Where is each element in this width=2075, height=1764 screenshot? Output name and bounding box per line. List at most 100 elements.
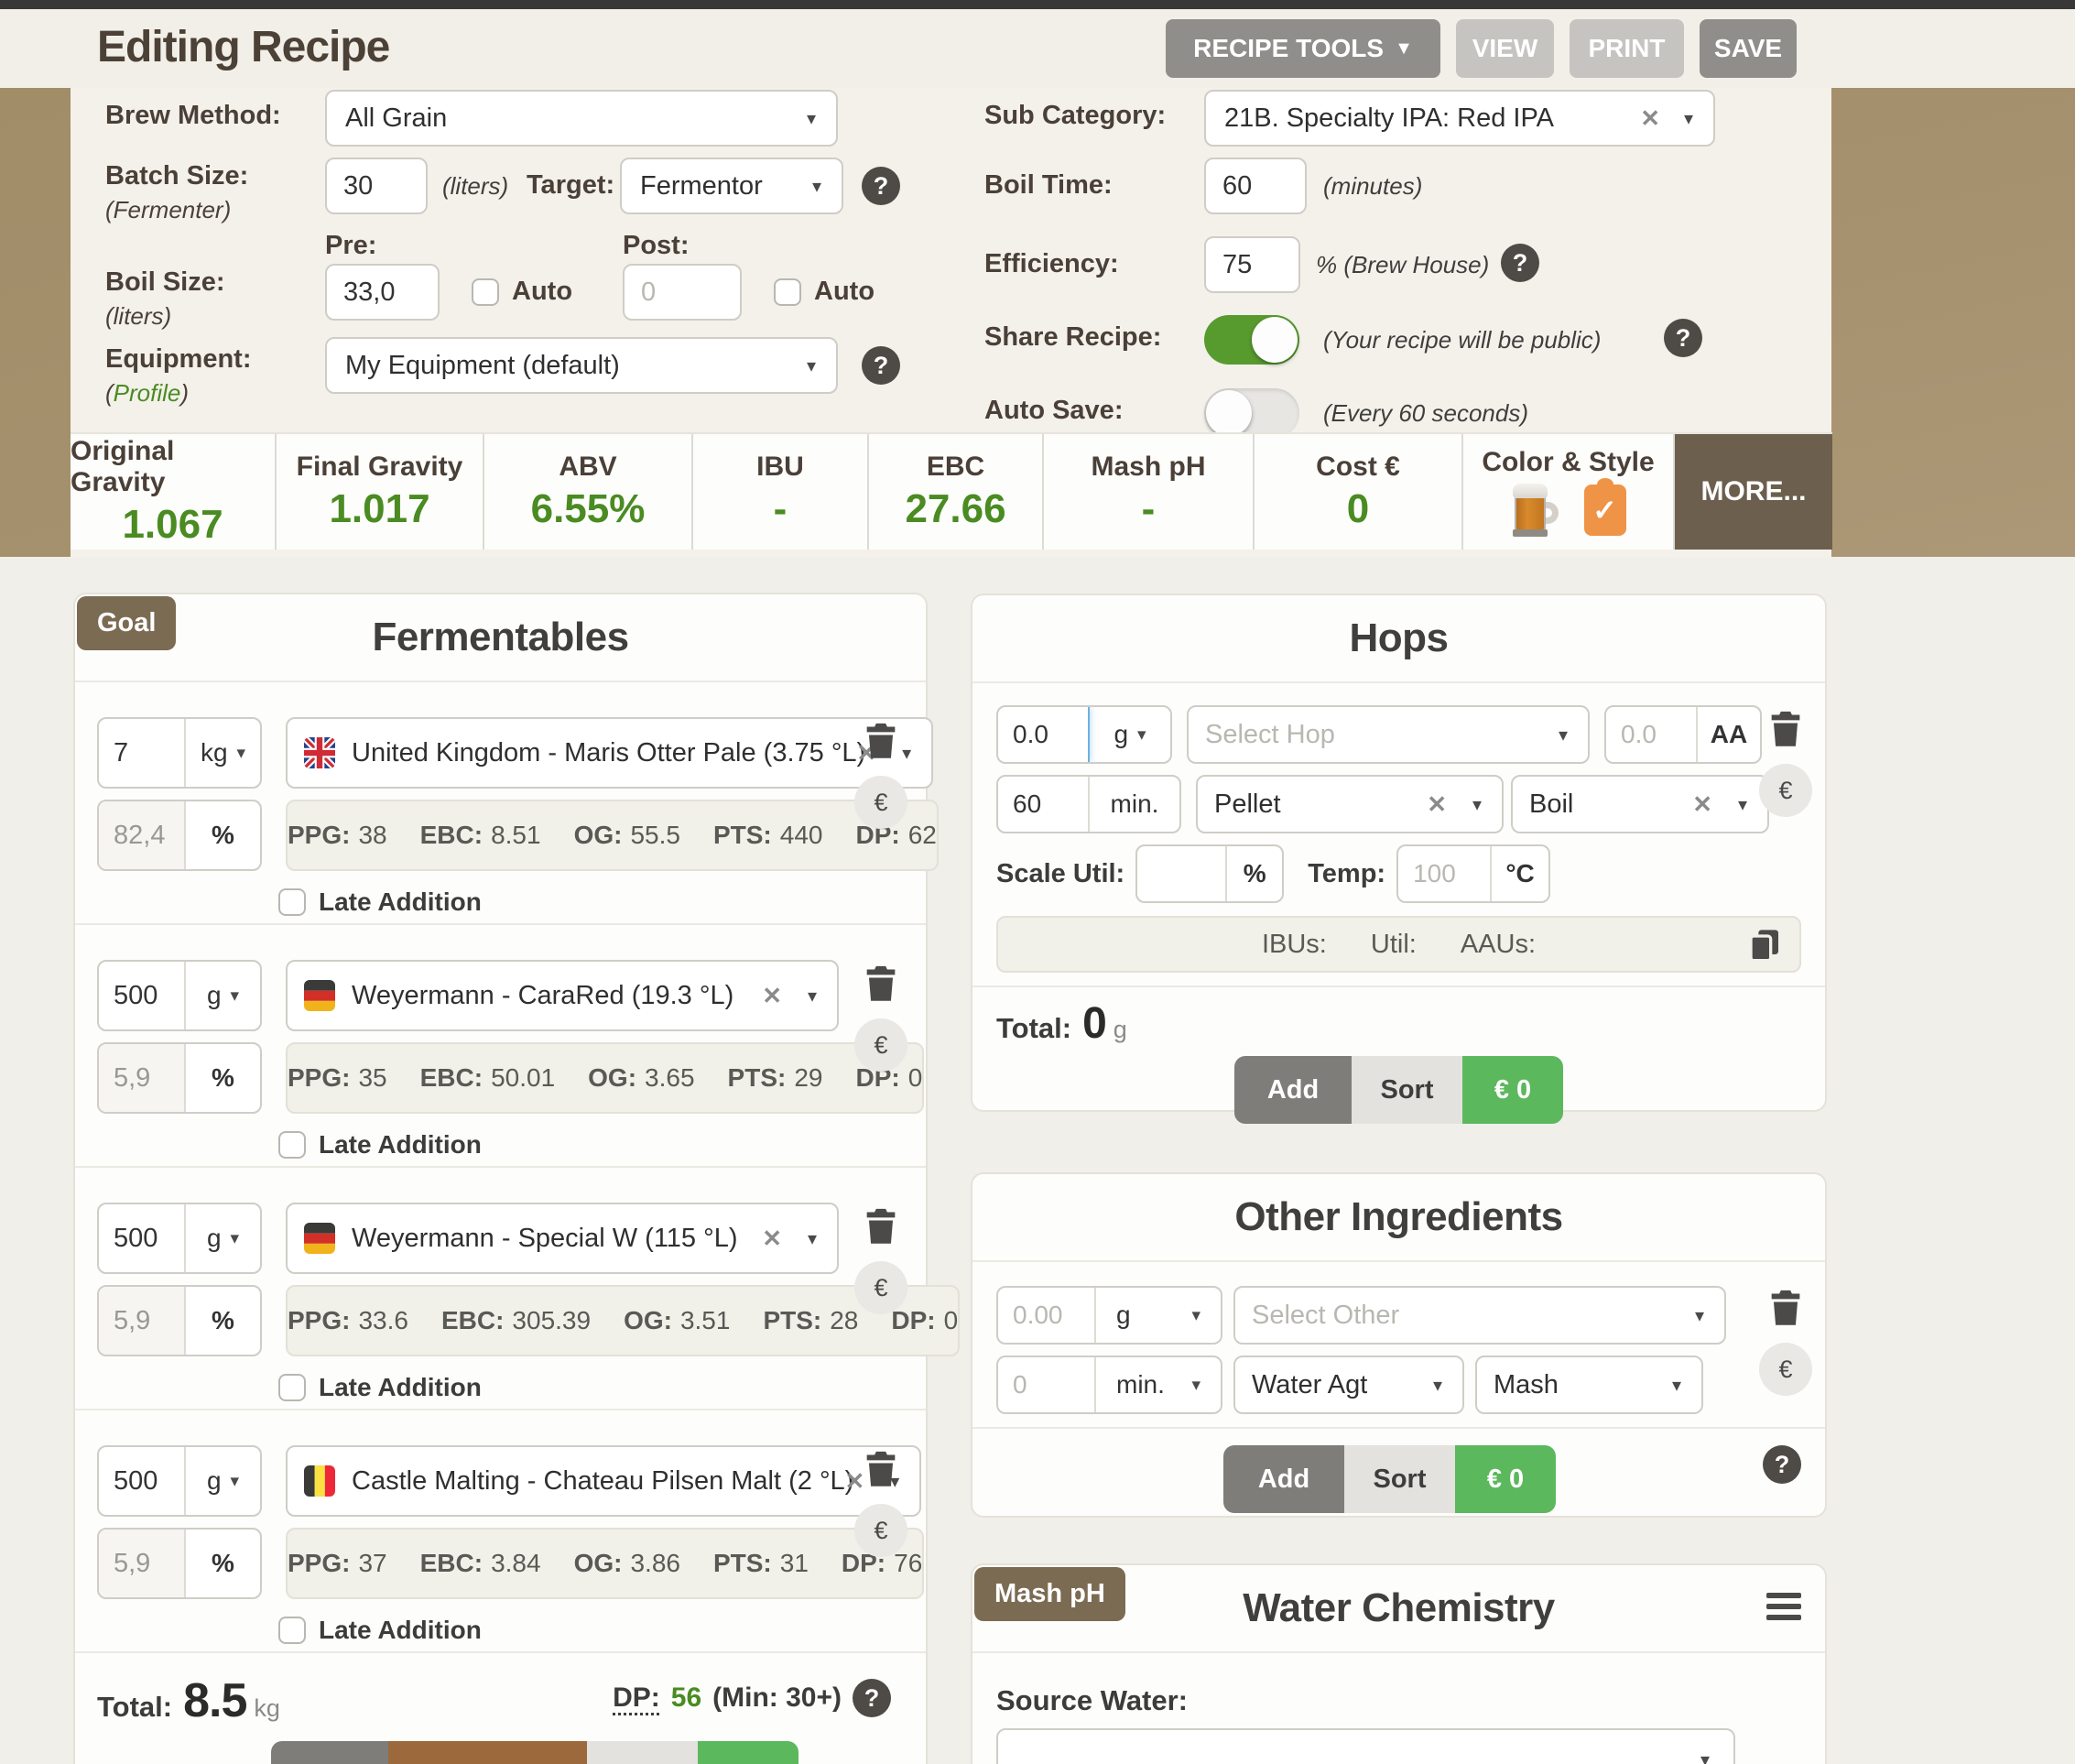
delete-button[interactable] [859,960,903,1007]
post-auto-checkbox[interactable] [774,278,801,306]
source-water-select[interactable]: ▾ [996,1728,1735,1764]
add-custom-fermentable-button[interactable]: Add Custom [388,1741,587,1764]
copy-icon[interactable] [1746,927,1783,971]
other-unit-select[interactable]: g▾ [1096,1288,1221,1343]
fermentable-select[interactable]: Castle Malting - Chateau Pilsen Malt (2 … [286,1445,921,1517]
unit-select[interactable]: g▾ [186,1447,260,1515]
amount-input[interactable]: 500 [99,1204,186,1272]
clear-icon[interactable]: ✕ [762,1225,782,1253]
delete-button[interactable] [859,1203,903,1250]
add-fermentable-button[interactable]: Add [271,1741,388,1764]
other-time-input[interactable]: 0 [998,1357,1096,1412]
unit-select[interactable]: g▾ [186,1204,260,1272]
save-button[interactable]: SAVE [1700,19,1797,78]
efficiency-input[interactable]: 75 [1204,236,1300,293]
recipe-tools-button[interactable]: RECIPE TOOLS ▼ [1166,19,1440,78]
late-addition-checkbox[interactable] [278,1374,306,1401]
profile-link[interactable]: Profile [114,379,181,407]
delete-button[interactable] [859,1445,903,1493]
clear-icon[interactable]: ✕ [1692,790,1712,819]
delete-button[interactable] [1764,1284,1808,1332]
pre-boil-input[interactable]: 33,0 [325,264,440,321]
other-select[interactable]: Select Other ▾ [1233,1286,1726,1345]
hop-type-select[interactable]: Pellet ✕ ▾ [1196,775,1504,833]
equipment-select[interactable]: My Equipment (default) ▾ [325,337,838,394]
late-addition-checkbox[interactable] [278,1617,306,1644]
cost-button[interactable]: € [854,1018,907,1072]
fermentable-select[interactable]: Weyermann - CaraRed (19.3 °L) ✕ ▾ [286,960,839,1031]
help-icon[interactable]: ? [853,1679,891,1717]
other-cost-button[interactable]: € 0 [1455,1445,1556,1513]
temp-input[interactable]: 100 [1398,846,1492,901]
unit-select[interactable]: kg▾ [186,719,260,787]
percent-input[interactable]: 5,9 [99,1044,186,1112]
cost-button[interactable]: € [1759,764,1812,817]
late-addition-checkbox[interactable] [278,1131,306,1159]
other-use-select[interactable]: Mash ▾ [1475,1356,1703,1414]
help-icon[interactable]: ? [1763,1445,1801,1484]
help-icon[interactable]: ? [1501,244,1539,282]
amount-input[interactable]: 500 [99,1447,186,1515]
other-time-unit-select[interactable]: min.▾ [1096,1357,1221,1412]
hop-unit-select[interactable]: g▾ [1090,707,1170,762]
toggle-knob [1206,390,1252,436]
sub-category-select[interactable]: 21B. Specialty IPA: Red IPA ✕ ▾ [1204,90,1715,147]
clear-icon[interactable]: ✕ [1640,104,1660,133]
cost-button[interactable]: € [1759,1343,1812,1396]
fermentable-select[interactable]: United Kingdom - Maris Otter Pale (3.75 … [286,717,933,789]
add-hop-button[interactable]: Add [1234,1056,1352,1124]
other-amount-input[interactable]: 0.00 [998,1288,1096,1343]
scale-util-input[interactable] [1137,846,1227,901]
equipment-sublabel: (Profile) [105,379,189,408]
fermentable-select[interactable]: Weyermann - Special W (115 °L) ✕ ▾ [286,1203,839,1274]
help-icon[interactable]: ? [862,346,900,385]
amount-input[interactable]: 7 [99,719,186,787]
goal-badge[interactable]: Goal [77,596,176,650]
sort-hops-button[interactable]: Sort [1352,1056,1462,1124]
other-type-select[interactable]: Water Agt ▾ [1233,1356,1464,1414]
hop-select[interactable]: Select Hop ▾ [1187,705,1590,764]
view-button[interactable]: VIEW [1456,19,1554,78]
percent-input[interactable]: 5,9 [99,1530,186,1597]
auto-save-toggle[interactable] [1204,388,1299,438]
sub-category-value: 21B. Specialty IPA: Red IPA [1224,103,1554,134]
delete-button[interactable] [859,717,903,765]
hop-time-input[interactable]: 60 [998,777,1090,832]
percent-input[interactable]: 5,9 [99,1287,186,1355]
stat-value: - [774,486,788,532]
amount-input[interactable]: 500 [99,962,186,1029]
menu-icon[interactable] [1766,1593,1801,1620]
more-stats-button[interactable]: MORE... [1675,434,1832,550]
target-select[interactable]: Fermentor ▾ [620,158,843,214]
hop-aa-input[interactable]: 0.0 [1606,707,1698,762]
brew-method-select[interactable]: All Grain ▾ [325,90,838,147]
print-button[interactable]: PRINT [1570,19,1684,78]
hop-amount-input[interactable]: 0.0 [998,707,1090,762]
boil-time-input[interactable]: 60 [1204,158,1307,214]
fermentables-cost-button[interactable]: € 0 [698,1741,798,1764]
unit-select[interactable]: g▾ [186,962,260,1029]
batch-size-input[interactable]: 30 [325,158,428,214]
cost-button[interactable]: € [854,776,907,829]
hop-use-select[interactable]: Boil ✕ ▾ [1511,775,1769,833]
late-addition-checkbox[interactable] [278,888,306,916]
help-icon[interactable]: ? [1664,319,1702,357]
help-icon[interactable]: ? [862,167,900,205]
pre-auto-checkbox[interactable] [472,278,499,306]
delete-button[interactable] [1764,705,1808,753]
clear-icon[interactable]: ✕ [1427,790,1447,819]
share-recipe-toggle[interactable] [1204,315,1299,365]
cost-button[interactable]: € [854,1261,907,1314]
add-other-button[interactable]: Add [1223,1445,1344,1513]
sort-fermentables-button[interactable]: Sort [587,1741,698,1764]
beer-mug-icon[interactable] [1511,484,1560,537]
hops-cost-button[interactable]: € 0 [1462,1056,1563,1124]
style-clipboard-icon[interactable]: ✓ [1584,485,1626,536]
post-boil-input[interactable]: 0 [623,264,742,321]
percent-input[interactable]: 82,4 [99,801,186,869]
clear-icon[interactable]: ✕ [762,982,782,1010]
hero-background: Brew Method: All Grain ▾ Sub Category: 2… [0,88,2075,557]
cost-button[interactable]: € [854,1504,907,1557]
sort-other-button[interactable]: Sort [1344,1445,1455,1513]
mash-ph-badge[interactable]: Mash pH [974,1567,1125,1621]
